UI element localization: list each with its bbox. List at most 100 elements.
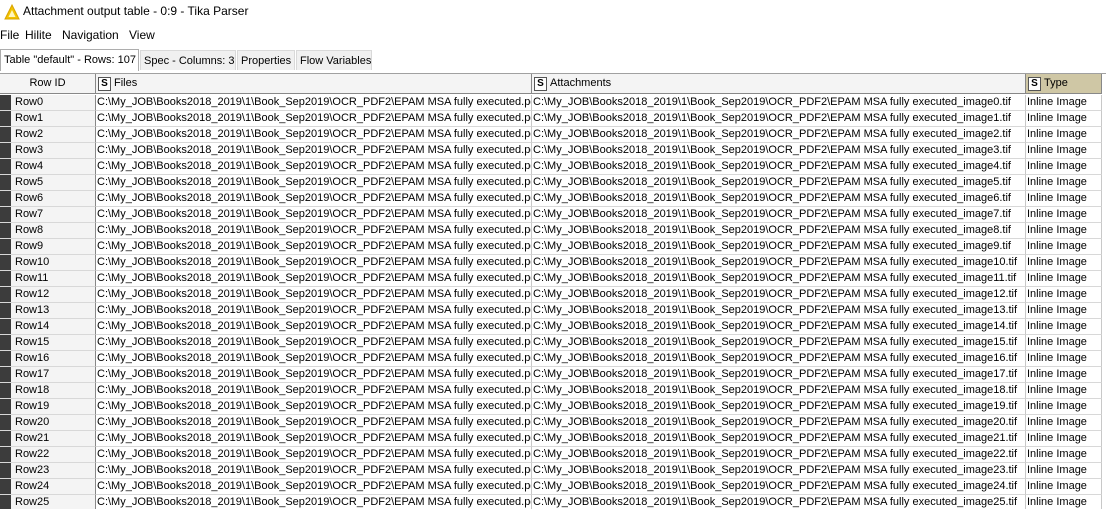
files-cell[interactable]: C:\My_JOB\Books2018_2019\1\Book_Sep2019\… bbox=[96, 223, 532, 239]
table-row[interactable]: Row22 C:\My_JOB\Books2018_2019\1\Book_Sep… bbox=[0, 447, 1106, 463]
files-cell[interactable]: C:\My_JOB\Books2018_2019\1\Book_Sep2019\… bbox=[96, 95, 532, 111]
files-cell[interactable]: C:\My_JOB\Books2018_2019\1\Book_Sep2019\… bbox=[96, 143, 532, 159]
type-cell[interactable]: Inline Image bbox=[1026, 143, 1102, 159]
row-id-cell[interactable]: Row9 bbox=[0, 239, 96, 255]
attachments-cell[interactable]: C:\My_JOB\Books2018_2019\1\Book_Sep2019\… bbox=[532, 191, 1026, 207]
attachments-cell[interactable]: C:\My_JOB\Books2018_2019\1\Book_Sep2019\… bbox=[532, 399, 1026, 415]
row-id-cell[interactable]: Row19 bbox=[0, 399, 96, 415]
table-row[interactable]: Row17 C:\My_JOB\Books2018_2019\1\Book_Sep… bbox=[0, 367, 1106, 383]
column-header-files[interactable]: S Files bbox=[96, 74, 532, 94]
attachments-cell[interactable]: C:\My_JOB\Books2018_2019\1\Book_Sep2019\… bbox=[532, 175, 1026, 191]
type-cell[interactable]: Inline Image bbox=[1026, 159, 1102, 175]
files-cell[interactable]: C:\My_JOB\Books2018_2019\1\Book_Sep2019\… bbox=[96, 127, 532, 143]
type-cell[interactable]: Inline Image bbox=[1026, 335, 1102, 351]
attachments-cell[interactable]: C:\My_JOB\Books2018_2019\1\Book_Sep2019\… bbox=[532, 207, 1026, 223]
row-id-cell[interactable]: Row0 bbox=[0, 95, 96, 111]
files-cell[interactable]: C:\My_JOB\Books2018_2019\1\Book_Sep2019\… bbox=[96, 383, 532, 399]
tab-table-default[interactable]: Table "default" - Rows: 107 bbox=[0, 49, 139, 71]
attachments-cell[interactable]: C:\My_JOB\Books2018_2019\1\Book_Sep2019\… bbox=[532, 463, 1026, 479]
files-cell[interactable]: C:\My_JOB\Books2018_2019\1\Book_Sep2019\… bbox=[96, 399, 532, 415]
files-cell[interactable]: C:\My_JOB\Books2018_2019\1\Book_Sep2019\… bbox=[96, 319, 532, 335]
files-cell[interactable]: C:\My_JOB\Books2018_2019\1\Book_Sep2019\… bbox=[96, 335, 532, 351]
type-cell[interactable]: Inline Image bbox=[1026, 415, 1102, 431]
row-id-cell[interactable]: Row15 bbox=[0, 335, 96, 351]
row-id-cell[interactable]: Row22 bbox=[0, 447, 96, 463]
table-row[interactable]: Row16 C:\My_JOB\Books2018_2019\1\Book_Sep… bbox=[0, 351, 1106, 367]
tab-properties[interactable]: Properties bbox=[237, 50, 295, 70]
files-cell[interactable]: C:\My_JOB\Books2018_2019\1\Book_Sep2019\… bbox=[96, 111, 532, 127]
files-cell[interactable]: C:\My_JOB\Books2018_2019\1\Book_Sep2019\… bbox=[96, 463, 532, 479]
row-id-cell[interactable]: Row5 bbox=[0, 175, 96, 191]
row-id-cell[interactable]: Row16 bbox=[0, 351, 96, 367]
type-cell[interactable]: Inline Image bbox=[1026, 495, 1102, 509]
row-id-cell[interactable]: Row13 bbox=[0, 303, 96, 319]
attachments-cell[interactable]: C:\My_JOB\Books2018_2019\1\Book_Sep2019\… bbox=[532, 95, 1026, 111]
menu-file[interactable]: File bbox=[0, 28, 19, 42]
attachments-cell[interactable]: C:\My_JOB\Books2018_2019\1\Book_Sep2019\… bbox=[532, 159, 1026, 175]
row-id-cell[interactable]: Row1 bbox=[0, 111, 96, 127]
type-cell[interactable]: Inline Image bbox=[1026, 95, 1102, 111]
files-cell[interactable]: C:\My_JOB\Books2018_2019\1\Book_Sep2019\… bbox=[96, 255, 532, 271]
files-cell[interactable]: C:\My_JOB\Books2018_2019\1\Book_Sep2019\… bbox=[96, 431, 532, 447]
table-row[interactable]: Row8 C:\My_JOB\Books2018_2019\1\Book_Sep2… bbox=[0, 223, 1106, 239]
files-cell[interactable]: C:\My_JOB\Books2018_2019\1\Book_Sep2019\… bbox=[96, 207, 532, 223]
tab-spec[interactable]: Spec - Columns: 3 bbox=[140, 50, 236, 70]
type-cell[interactable]: Inline Image bbox=[1026, 223, 1102, 239]
type-cell[interactable]: Inline Image bbox=[1026, 319, 1102, 335]
row-id-cell[interactable]: Row6 bbox=[0, 191, 96, 207]
attachments-cell[interactable]: C:\My_JOB\Books2018_2019\1\Book_Sep2019\… bbox=[532, 223, 1026, 239]
type-cell[interactable]: Inline Image bbox=[1026, 255, 1102, 271]
type-cell[interactable]: Inline Image bbox=[1026, 367, 1102, 383]
row-id-cell[interactable]: Row10 bbox=[0, 255, 96, 271]
type-cell[interactable]: Inline Image bbox=[1026, 303, 1102, 319]
attachments-cell[interactable]: C:\My_JOB\Books2018_2019\1\Book_Sep2019\… bbox=[532, 383, 1026, 399]
table-row[interactable]: Row0 C:\My_JOB\Books2018_2019\1\Book_Sep2… bbox=[0, 95, 1106, 111]
files-cell[interactable]: C:\My_JOB\Books2018_2019\1\Book_Sep2019\… bbox=[96, 495, 532, 509]
table-row[interactable]: Row13 C:\My_JOB\Books2018_2019\1\Book_Sep… bbox=[0, 303, 1106, 319]
row-id-cell[interactable]: Row11 bbox=[0, 271, 96, 287]
table-row[interactable]: Row9 C:\My_JOB\Books2018_2019\1\Book_Sep2… bbox=[0, 239, 1106, 255]
type-cell[interactable]: Inline Image bbox=[1026, 447, 1102, 463]
type-cell[interactable]: Inline Image bbox=[1026, 463, 1102, 479]
table-row[interactable]: Row7 C:\My_JOB\Books2018_2019\1\Book_Sep2… bbox=[0, 207, 1106, 223]
type-cell[interactable]: Inline Image bbox=[1026, 399, 1102, 415]
row-id-cell[interactable]: Row25 bbox=[0, 495, 96, 509]
row-id-cell[interactable]: Row2 bbox=[0, 127, 96, 143]
type-cell[interactable]: Inline Image bbox=[1026, 127, 1102, 143]
table-row[interactable]: Row2 C:\My_JOB\Books2018_2019\1\Book_Sep2… bbox=[0, 127, 1106, 143]
files-cell[interactable]: C:\My_JOB\Books2018_2019\1\Book_Sep2019\… bbox=[96, 447, 532, 463]
type-cell[interactable]: Inline Image bbox=[1026, 383, 1102, 399]
attachments-cell[interactable]: C:\My_JOB\Books2018_2019\1\Book_Sep2019\… bbox=[532, 271, 1026, 287]
files-cell[interactable]: C:\My_JOB\Books2018_2019\1\Book_Sep2019\… bbox=[96, 479, 532, 495]
table-row[interactable]: Row21 C:\My_JOB\Books2018_2019\1\Book_Sep… bbox=[0, 431, 1106, 447]
files-cell[interactable]: C:\My_JOB\Books2018_2019\1\Book_Sep2019\… bbox=[96, 415, 532, 431]
row-id-cell[interactable]: Row12 bbox=[0, 287, 96, 303]
table-row[interactable]: Row12 C:\My_JOB\Books2018_2019\1\Book_Sep… bbox=[0, 287, 1106, 303]
row-id-cell[interactable]: Row21 bbox=[0, 431, 96, 447]
row-id-cell[interactable]: Row23 bbox=[0, 463, 96, 479]
type-cell[interactable]: Inline Image bbox=[1026, 431, 1102, 447]
row-id-cell[interactable]: Row8 bbox=[0, 223, 96, 239]
attachments-cell[interactable]: C:\My_JOB\Books2018_2019\1\Book_Sep2019\… bbox=[532, 431, 1026, 447]
attachments-cell[interactable]: C:\My_JOB\Books2018_2019\1\Book_Sep2019\… bbox=[532, 143, 1026, 159]
menu-navigation[interactable]: Navigation bbox=[62, 28, 119, 42]
row-id-cell[interactable]: Row3 bbox=[0, 143, 96, 159]
attachments-cell[interactable]: C:\My_JOB\Books2018_2019\1\Book_Sep2019\… bbox=[532, 367, 1026, 383]
table-row[interactable]: Row6 C:\My_JOB\Books2018_2019\1\Book_Sep2… bbox=[0, 191, 1106, 207]
files-cell[interactable]: C:\My_JOB\Books2018_2019\1\Book_Sep2019\… bbox=[96, 175, 532, 191]
type-cell[interactable]: Inline Image bbox=[1026, 287, 1102, 303]
row-id-cell[interactable]: Row20 bbox=[0, 415, 96, 431]
table-row[interactable]: Row5 C:\My_JOB\Books2018_2019\1\Book_Sep2… bbox=[0, 175, 1106, 191]
table-row[interactable]: Row11 C:\My_JOB\Books2018_2019\1\Book_Sep… bbox=[0, 271, 1106, 287]
type-cell[interactable]: Inline Image bbox=[1026, 479, 1102, 495]
table-row[interactable]: Row10 C:\My_JOB\Books2018_2019\1\Book_Sep… bbox=[0, 255, 1106, 271]
row-id-cell[interactable]: Row4 bbox=[0, 159, 96, 175]
table-row[interactable]: Row3 C:\My_JOB\Books2018_2019\1\Book_Sep2… bbox=[0, 143, 1106, 159]
attachments-cell[interactable]: C:\My_JOB\Books2018_2019\1\Book_Sep2019\… bbox=[532, 127, 1026, 143]
table-row[interactable]: Row25 C:\My_JOB\Books2018_2019\1\Book_Sep… bbox=[0, 495, 1106, 509]
files-cell[interactable]: C:\My_JOB\Books2018_2019\1\Book_Sep2019\… bbox=[96, 287, 532, 303]
attachments-cell[interactable]: C:\My_JOB\Books2018_2019\1\Book_Sep2019\… bbox=[532, 495, 1026, 509]
attachments-cell[interactable]: C:\My_JOB\Books2018_2019\1\Book_Sep2019\… bbox=[532, 319, 1026, 335]
attachments-cell[interactable]: C:\My_JOB\Books2018_2019\1\Book_Sep2019\… bbox=[532, 287, 1026, 303]
tab-flow-variables[interactable]: Flow Variables bbox=[296, 50, 372, 70]
